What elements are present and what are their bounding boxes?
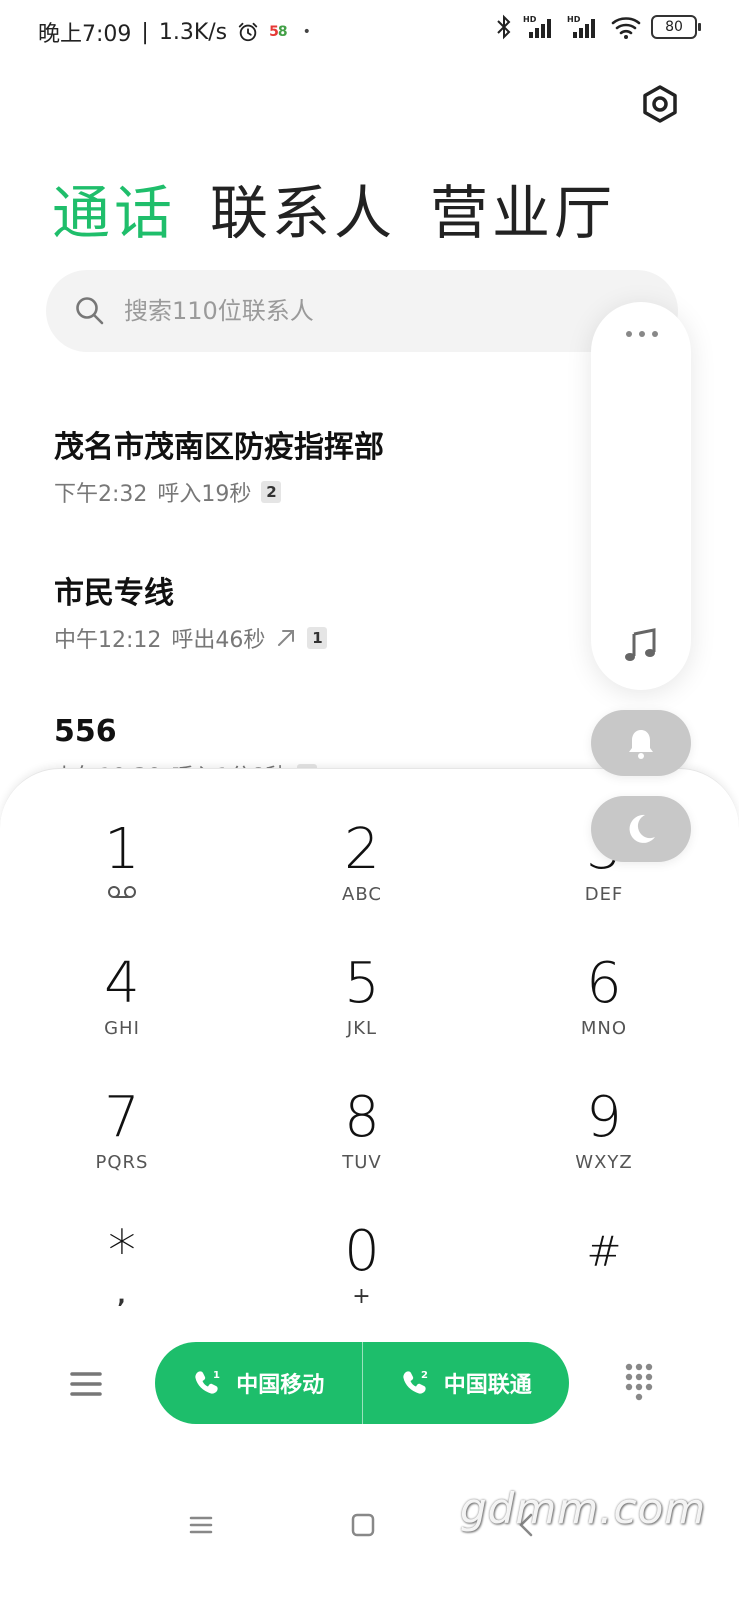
dial-key-hash[interactable]: # [514,1219,694,1329]
call-detail: 呼出46秒 [171,628,266,653]
voicemail-icon [108,886,136,898]
music-note-icon[interactable] [622,628,658,664]
ringer-toggle[interactable] [591,710,691,776]
call-sim2-button[interactable]: 2 中国联通 [361,1342,570,1424]
caller-name: 556 [54,714,117,749]
call-detail: 呼入19秒 [157,482,252,507]
caller-name: 茂名市茂南区防疫指挥部 [54,430,384,465]
dnd-toggle[interactable] [591,796,691,862]
outgoing-call-icon [278,630,295,646]
call-log-item[interactable]: 茂名市茂南区防疫指挥部 下午2:32 呼入19秒 2 [54,422,594,508]
dial-key-5[interactable]: 5 JKL [272,951,452,1061]
settings-icon[interactable] [640,84,680,124]
key-digit: # [586,1227,622,1276]
call-sim2-label: 中国联通 [443,1373,532,1398]
key-digit: 0 [344,1219,380,1284]
dialpad: 1 2 ABC 3 DEF 4 GHI 5 JKL 6 MNO 7 PQRS 8… [0,768,739,1600]
call-meta: 中午12:12 呼出46秒 1 [54,622,594,654]
caller-name: 市民专线 [54,576,174,611]
status-left: 晚上7:09 | 1.3K/s 58 • [38,16,311,48]
recents-icon[interactable] [186,1510,216,1540]
dial-key-6[interactable]: 6 MNO [514,951,694,1061]
tab-contacts[interactable]: 联系人 [210,166,396,250]
key-letters: MNO [580,1018,628,1039]
dial-key-9[interactable]: 9 WXYZ [514,1085,694,1195]
menu-icon[interactable] [66,1364,106,1404]
key-digit: 6 [586,951,622,1016]
status-bar: 晚上7:09 | 1.3K/s 58 • HD HD 80 [0,0,739,62]
key-digit: 7 [104,1085,140,1150]
status-time: 晚上7:09 [38,22,132,47]
dialpad-toggle-icon[interactable] [624,1362,654,1404]
search-bar[interactable] [46,270,678,352]
dial-key-star[interactable]: * , [32,1219,212,1329]
search-icon [76,297,104,325]
call-count-badge: 1 [307,627,328,649]
key-letters: + [352,1284,372,1309]
bell-icon [629,730,653,759]
call-sim1-label: 中国移动 [236,1373,325,1398]
key-digit: 4 [104,951,140,1016]
watermark: gdmm.com [460,1484,707,1533]
call-count-badge: 2 [261,481,282,503]
call-log-item[interactable]: 市民专线 中午12:12 呼出46秒 1 [54,568,594,654]
signal-icon-sim1: HD [523,15,551,38]
key-letters: PQRS [95,1152,149,1173]
key-letters: DEF [584,884,624,905]
tab-calls[interactable]: 通话 [52,166,176,250]
key-letters: GHI [104,1018,140,1039]
battery-indicator: 80 [651,15,701,39]
key-letters: WXYZ [575,1152,633,1173]
wifi-icon [611,17,641,39]
svg-text:2: 2 [421,1370,428,1381]
key-digit: 9 [586,1085,622,1150]
dial-key-8[interactable]: 8 TUV [272,1085,452,1195]
key-digit: 5 [344,951,380,1016]
key-digit: 1 [104,817,140,882]
call-button-group: 1 中国移动 2 中国联通 [155,1342,569,1424]
dial-key-4[interactable]: 4 GHI [32,951,212,1061]
network-speed: 1.3K/s [158,19,228,45]
app-58-icon: 58 [269,24,287,40]
svg-text:HD: HD [567,15,581,24]
alarm-icon [238,22,258,42]
key-letters: , [117,1284,127,1309]
phone-sim1-icon: 1 [195,1370,220,1394]
key-digit: 2 [344,817,380,882]
dial-key-1[interactable]: 1 [32,817,212,927]
signal-icon-sim2: HD [567,15,595,38]
dial-key-0[interactable]: 0 + [272,1219,452,1329]
status-separator: | [141,19,149,45]
key-letters: JKL [346,1018,378,1039]
key-letters: ABC [342,884,382,905]
phone-sim2-icon: 2 [403,1370,428,1394]
call-sim1-button[interactable]: 1 中国移动 [155,1342,362,1424]
home-icon[interactable] [348,1510,378,1540]
key-letters: TUV [342,1152,382,1173]
floating-side-panel [591,302,691,690]
bottom-action-bar: 1 中国移动 2 中国联通 [0,1342,739,1424]
dial-key-7[interactable]: 7 PQRS [32,1085,212,1195]
call-time: 中午12:12 [54,628,162,653]
key-digit: * [108,1219,136,1284]
status-right: HD HD 80 [495,14,701,40]
call-meta: 下午2:32 呼入19秒 2 [54,476,594,508]
dial-key-2[interactable]: 2 ABC [272,817,452,927]
search-input[interactable] [124,270,544,352]
more-icon[interactable] [625,330,659,338]
key-digit: 8 [344,1085,380,1150]
svg-text:HD: HD [523,15,537,24]
svg-text:1: 1 [213,1370,220,1381]
moon-icon [629,814,655,843]
bluetooth-icon [497,14,511,40]
tab-service-hall[interactable]: 营业厅 [430,166,616,250]
call-time: 下午2:32 [54,482,148,507]
notification-dot: • [302,24,311,40]
top-tabs: 通话 联系人 营业厅 [52,166,616,250]
